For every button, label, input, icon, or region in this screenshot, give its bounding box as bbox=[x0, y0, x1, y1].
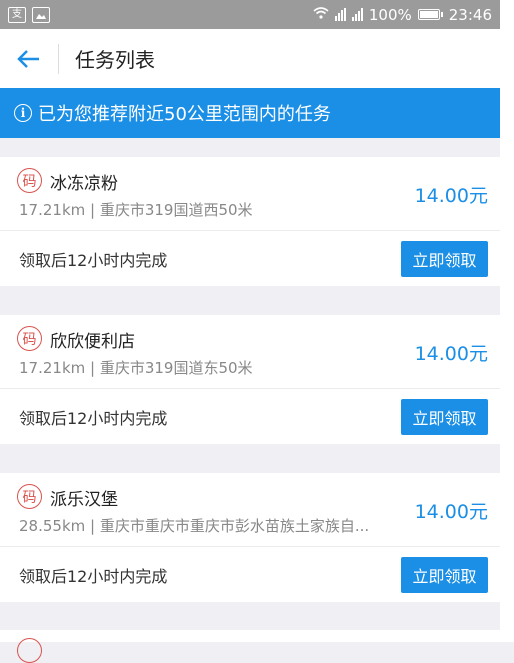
battery-icon bbox=[417, 9, 443, 20]
recommend-banner: i 已为您推荐附近50公里范围内的任务 bbox=[0, 88, 500, 138]
separator bbox=[0, 286, 500, 315]
wifi-icon bbox=[313, 6, 329, 23]
distance-address: 17.21km | 重庆市319国道东50米 bbox=[19, 359, 253, 377]
code-badge: 码 bbox=[17, 326, 42, 351]
clock: 23:46 bbox=[448, 5, 492, 24]
task-card[interactable]: 码 欣欣便利店 17.21km | 重庆市319国道东50米 14.00元 领取… bbox=[0, 315, 500, 444]
shop-name: 派乐汉堡 bbox=[50, 490, 118, 510]
task-price: 14.00元 bbox=[414, 501, 488, 523]
distance-address: 17.21km | 重庆市319国道西50米 bbox=[19, 201, 253, 219]
code-badge: 码 bbox=[17, 168, 42, 193]
back-button[interactable] bbox=[0, 29, 58, 88]
status-left: 支 bbox=[8, 6, 50, 23]
deadline-text: 领取后12小时内完成 bbox=[19, 250, 168, 270]
shop-name: 欣欣便利店 bbox=[50, 332, 135, 352]
task-actions: 领取后12小时内完成 立即领取 bbox=[0, 231, 500, 286]
task-card[interactable]: 码 冰冻凉粉 17.21km | 重庆市319国道西50米 14.00元 领取后… bbox=[0, 157, 500, 286]
separator bbox=[0, 138, 500, 157]
separator bbox=[0, 444, 500, 473]
task-info[interactable]: 码 欣欣便利店 17.21km | 重庆市319国道东50米 14.00元 bbox=[0, 315, 500, 389]
code-badge: 码 bbox=[17, 484, 42, 509]
info-icon: i bbox=[14, 104, 32, 122]
shop-name: 冰冻凉粉 bbox=[50, 174, 118, 194]
screen-edge bbox=[500, 0, 514, 642]
battery-percent: 100% bbox=[368, 5, 412, 24]
task-info[interactable]: 码 派乐汉堡 28.55km | 重庆市重庆市重庆市彭水苗族土家族自... 14… bbox=[0, 473, 500, 547]
claim-button[interactable]: 立即领取 bbox=[401, 398, 488, 435]
status-right: 100% 23:46 bbox=[313, 6, 492, 24]
task-card-partial[interactable] bbox=[0, 630, 500, 663]
deadline-text: 领取后12小时内完成 bbox=[19, 408, 168, 428]
task-price: 14.00元 bbox=[414, 185, 488, 207]
separator bbox=[0, 602, 500, 630]
image-icon bbox=[32, 6, 50, 23]
claim-button[interactable]: 立即领取 bbox=[401, 240, 488, 277]
header-divider bbox=[58, 43, 59, 74]
task-price: 14.00元 bbox=[414, 343, 488, 365]
deadline-text: 领取后12小时内完成 bbox=[19, 566, 168, 586]
task-info[interactable]: 码 冰冻凉粉 17.21km | 重庆市319国道西50米 14.00元 bbox=[0, 157, 500, 231]
task-card[interactable]: 码 派乐汉堡 28.55km | 重庆市重庆市重庆市彭水苗族土家族自... 14… bbox=[0, 473, 500, 602]
signal-icon bbox=[334, 8, 346, 21]
hd-signal-icon bbox=[351, 8, 363, 21]
alipay-icon: 支 bbox=[8, 6, 26, 23]
task-actions: 领取后12小时内完成 立即领取 bbox=[0, 389, 500, 444]
distance-address: 28.55km | 重庆市重庆市重庆市彭水苗族土家族自... bbox=[19, 517, 370, 535]
task-actions: 领取后12小时内完成 立即领取 bbox=[0, 547, 500, 602]
arrow-left-icon bbox=[17, 49, 39, 68]
banner-text: 已为您推荐附近50公里范围内的任务 bbox=[38, 104, 331, 125]
claim-button[interactable]: 立即领取 bbox=[401, 556, 488, 593]
page-title: 任务列表 bbox=[75, 48, 155, 72]
header: 任务列表 bbox=[0, 29, 500, 88]
status-bar: 支 100% 23:46 bbox=[0, 0, 500, 29]
